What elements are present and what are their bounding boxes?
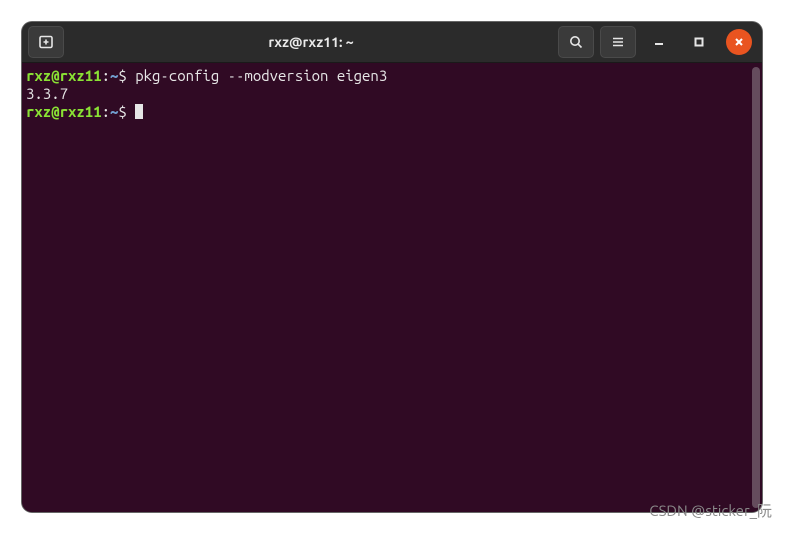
terminal-window: rxz@rxz11: ~ — [22, 22, 762, 512]
terminal-area[interactable]: rxz@rxz11:~$ pkg-config --modversion eig… — [22, 63, 762, 512]
maximize-icon — [693, 36, 705, 48]
minimize-icon — [653, 36, 665, 48]
output-line: 3.3.7 — [26, 85, 68, 102]
close-button[interactable] — [726, 29, 752, 55]
terminal-content: rxz@rxz11:~$ pkg-config --modversion eig… — [26, 67, 748, 508]
prompt-colon: : — [102, 103, 110, 120]
prompt-colon: : — [102, 67, 110, 84]
new-tab-button[interactable] — [28, 26, 64, 58]
close-icon — [733, 36, 745, 48]
window-title: rxz@rxz11: ~ — [70, 34, 552, 50]
menu-button[interactable] — [600, 26, 636, 58]
scrollbar[interactable] — [752, 67, 760, 508]
search-icon — [568, 34, 584, 50]
prompt-user: rxz@rxz11 — [26, 103, 102, 120]
hamburger-icon — [610, 34, 626, 50]
prompt-user: rxz@rxz11 — [26, 67, 102, 84]
prompt-symbol: $ — [118, 67, 126, 84]
prompt-symbol: $ — [118, 103, 126, 120]
search-button[interactable] — [558, 26, 594, 58]
titlebar: rxz@rxz11: ~ — [22, 22, 762, 63]
new-tab-icon — [38, 34, 54, 50]
cursor — [135, 104, 143, 119]
minimize-button[interactable] — [646, 29, 672, 55]
command-text: pkg-config --modversion eigen3 — [135, 67, 387, 84]
maximize-button[interactable] — [686, 29, 712, 55]
